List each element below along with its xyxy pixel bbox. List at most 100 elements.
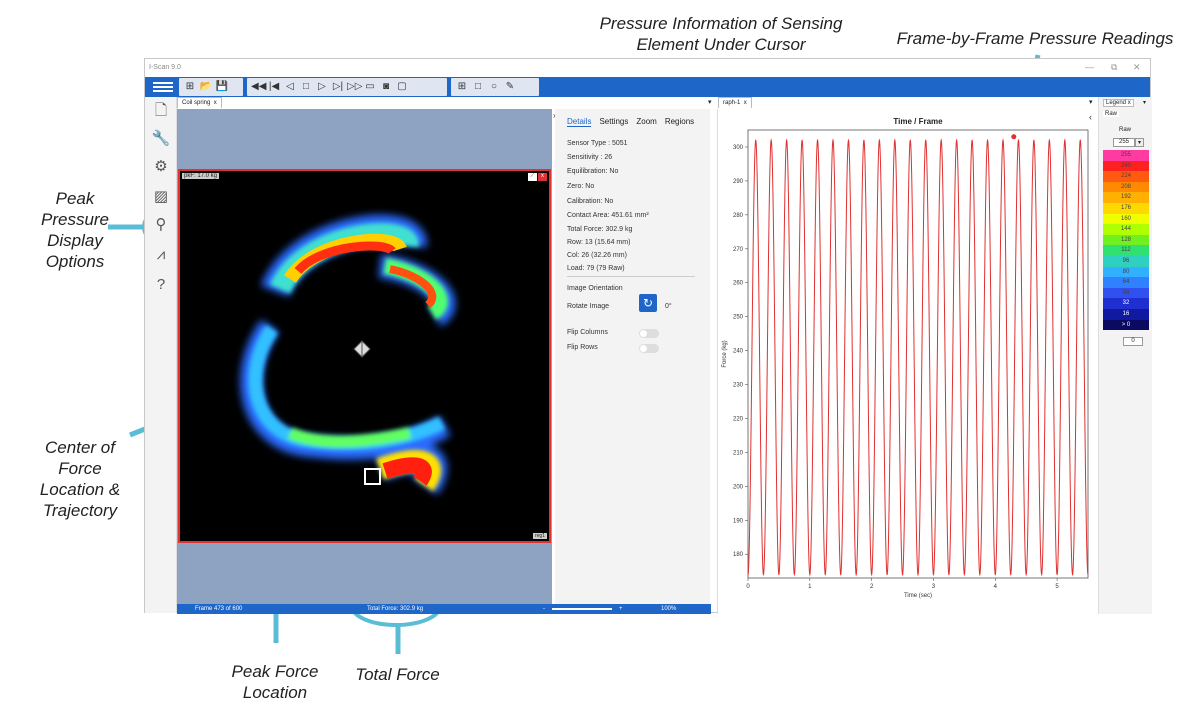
zoom-out-button[interactable]: - [543, 604, 545, 614]
y-tick-label: 280 [733, 213, 744, 219]
callout-pressure-info: Pressure Information of Sensing Element … [590, 13, 852, 55]
flip-rows-toggle[interactable] [639, 344, 659, 353]
graph-toggle-icon[interactable]: ⟋ [528, 173, 537, 181]
close-icon[interactable]: x [538, 173, 547, 181]
y-tick-label: 290 [733, 179, 744, 185]
rewind-icon[interactable]: ◀◀ [251, 80, 266, 94]
first-frame-icon[interactable]: |◀ [267, 80, 281, 94]
current-frame-marker [1011, 134, 1017, 140]
legend-level: 224 [1103, 171, 1149, 182]
flip-rows-label: Flip Rows [567, 344, 598, 351]
play-icon[interactable]: ▷ [315, 80, 329, 94]
callout-text: Location & [39, 480, 121, 499]
pin-icon[interactable]: ▾ [1089, 98, 1093, 106]
tab-label: Legend [1106, 100, 1127, 106]
last-frame-icon[interactable]: ▷| [331, 80, 345, 94]
sensor-type: Sensor Type : 5051 [567, 140, 628, 147]
close-icon[interactable]: x [1128, 100, 1131, 106]
open-folder-icon[interactable]: 📂 [199, 80, 213, 94]
new-file-icon[interactable]: ⊞ [183, 80, 197, 94]
restore-button[interactable]: ⧉ [1111, 62, 1117, 73]
image-icon[interactable]: ▨ [151, 187, 171, 207]
calibration: Calibration: No [567, 198, 614, 205]
window-icon[interactable]: ▢ [395, 80, 409, 94]
raw-label: Raw [1119, 127, 1132, 133]
force-time-chart[interactable]: Time / Frame 0 1 2 3 4 5 180 190 200 210 220 230 240 2… [718, 109, 1098, 614]
rotate-image-label: Rotate Image [567, 303, 610, 310]
zoom-slider[interactable] [552, 608, 612, 610]
tab-legend[interactable]: Legend x [1103, 99, 1134, 107]
legend-level: 64 [1103, 277, 1149, 288]
save-icon[interactable]: 💾 [215, 80, 229, 94]
equilibration: Equilibration: No [567, 168, 619, 175]
legend-level: 96 [1103, 255, 1149, 267]
graph-icon[interactable]: ⩘ [151, 245, 171, 265]
record-video-icon[interactable]: ▭ [363, 80, 377, 94]
total-force-detail: Total Force: 302.9 kg [567, 226, 633, 233]
chevron-left-icon[interactable]: ‹ [1089, 112, 1092, 122]
tab-raw[interactable]: Raw [1103, 111, 1120, 117]
tab-details[interactable]: Details [567, 117, 592, 127]
legend-level: 32 [1103, 298, 1149, 309]
max-value-input[interactable]: 255 [1113, 138, 1135, 147]
stop-icon[interactable]: □ [299, 80, 313, 94]
legend-level: 176 [1103, 202, 1149, 214]
y-tick-label: 250 [733, 315, 744, 321]
snapshot-icon[interactable]: ◙ [379, 80, 393, 94]
callout-text: Options [45, 252, 105, 271]
pressure-heatmap[interactable]: pkF: 17.0 kg ⟋ x reg1 [178, 169, 551, 543]
min-value-input[interactable]: 0 [1123, 337, 1143, 346]
x-tick-label: 1 [808, 584, 812, 590]
peak-force-label: pkF: 17.0 kg [182, 173, 220, 179]
grid-icon[interactable]: ⊞ [455, 80, 469, 94]
legend-level: 208 [1103, 181, 1149, 193]
region-label: reg1 [532, 533, 547, 539]
y-tick-label: 190 [733, 518, 744, 524]
zoom-in-button[interactable]: + [619, 604, 623, 614]
wrench-icon[interactable]: 🔧 [151, 129, 171, 149]
graph-pane: ‹ Time / Frame 0 1 2 3 4 5 180 190 200 210 220 230 24… [717, 109, 1098, 614]
hamburger-menu-icon[interactable] [151, 80, 175, 94]
peak-pressure-display-icon[interactable]: ⚲ [151, 215, 171, 235]
close-icon[interactable]: x [214, 100, 217, 106]
callout-text: Center of [45, 438, 115, 457]
gear-icon[interactable]: ⚙ [151, 157, 171, 177]
pencil-tool-icon[interactable]: ✎ [503, 80, 517, 94]
zero: Zero: No [567, 183, 595, 190]
pin-icon[interactable]: ▾ [708, 98, 712, 106]
document-icon[interactable]: 🗋 [151, 101, 171, 121]
tab-coil-spring[interactable]: Coil spring x [177, 97, 222, 108]
tab-zoom[interactable]: Zoom [636, 117, 656, 127]
close-window-button[interactable]: ✕ [1133, 62, 1141, 73]
callout-peak-force: Peak Force Location [220, 661, 330, 703]
pin-icon[interactable]: ▾ [1143, 99, 1146, 106]
legend-level: 16 [1103, 308, 1149, 320]
y-tick-label: 200 [733, 484, 744, 490]
tab-graph[interactable]: raph-1 x [718, 97, 752, 108]
callout-text: Peak [55, 189, 95, 208]
minimize-button[interactable]: — [1085, 62, 1094, 72]
callout-peak-display: Peak Pressure Display Options [30, 188, 120, 272]
flip-columns-toggle[interactable] [639, 329, 659, 338]
rotate-icon[interactable]: ↻ [639, 294, 657, 312]
ellipse-tool-icon[interactable]: ○ [487, 80, 501, 94]
plot-frame [747, 129, 1089, 579]
chevron-down-icon[interactable]: ▾ [1135, 138, 1144, 147]
details-pane: Details Settings Zoom Regions Sensor Typ… [555, 109, 710, 604]
step-back-icon[interactable]: ◁ [283, 80, 297, 94]
frame-counter: Frame 473 of 600 [195, 606, 243, 612]
help-icon[interactable]: ? [151, 275, 171, 295]
heatmap-image [180, 171, 549, 541]
fast-forward-icon[interactable]: ▷▷ [347, 80, 362, 94]
y-axis-label: Force (kg) [722, 340, 728, 367]
color-legend: 255 240 224 208 192 176 160 144 128 112 96 80 64 48 32… [1103, 150, 1149, 331]
y-tick-label: 180 [733, 552, 744, 558]
x-tick-label: 5 [1055, 584, 1059, 590]
close-icon[interactable]: x [744, 100, 747, 106]
x-tick-label: 2 [870, 584, 874, 590]
rectangle-tool-icon[interactable]: □ [471, 80, 485, 94]
total-force-status: Total Force: 302.9 kg [367, 606, 424, 612]
status-bar: Frame 473 of 600 Total Force: 302.9 kg -… [177, 604, 711, 614]
tab-settings[interactable]: Settings [599, 117, 628, 127]
tab-regions[interactable]: Regions [665, 117, 694, 127]
